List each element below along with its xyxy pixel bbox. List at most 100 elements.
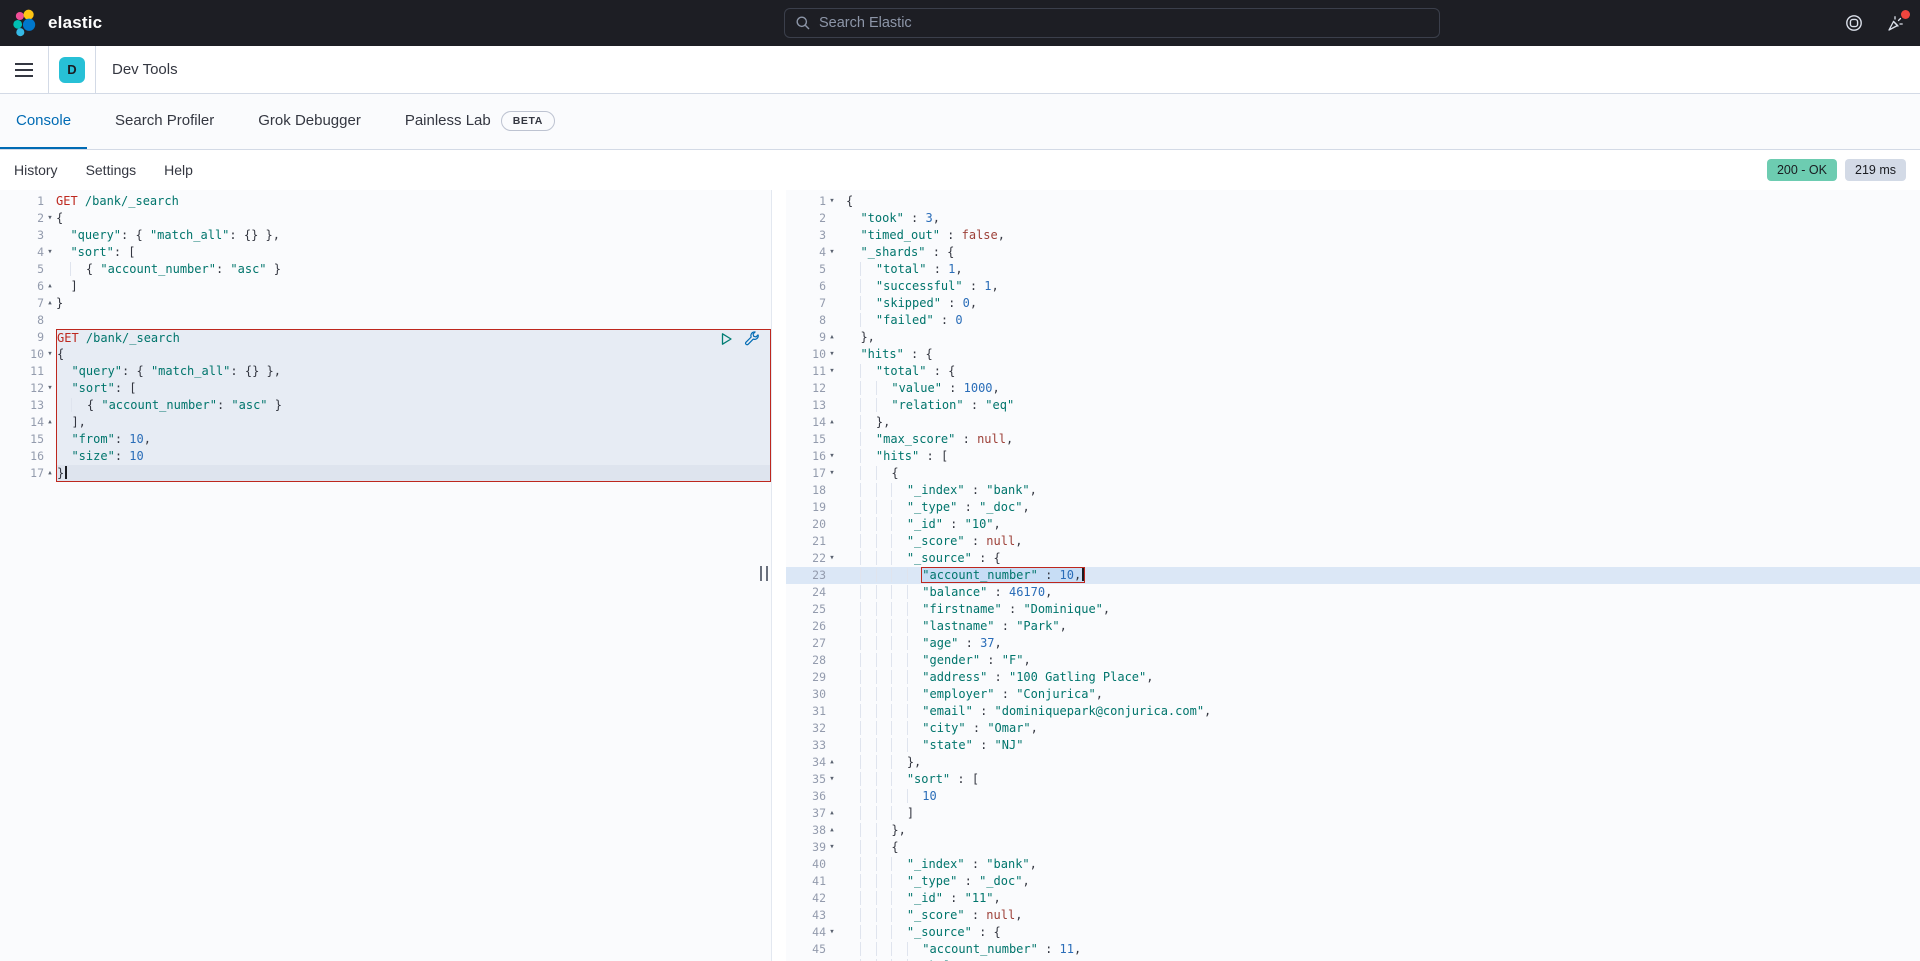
fold-toggle-icon[interactable]: ▾ [44, 346, 56, 363]
fold-toggle-icon[interactable]: ▾ [44, 244, 56, 261]
fold-toggle-icon[interactable]: ▾ [826, 193, 838, 210]
fold-toggle-icon[interactable]: ▴ [826, 329, 838, 346]
code-line[interactable]: 11 "query": { "match_all": {} }, [0, 363, 771, 380]
code-line[interactable]: 3 "timed_out" : false, [786, 227, 1920, 244]
history-link[interactable]: History [14, 162, 58, 178]
code-line[interactable]: 40 "_index" : "bank", [786, 856, 1920, 873]
fold-toggle-icon[interactable]: ▾ [826, 346, 838, 363]
code-line[interactable]: 19 "_type" : "_doc", [786, 499, 1920, 516]
fold-toggle-icon[interactable]: ▾ [826, 448, 838, 465]
code-line[interactable]: 25 "firstname" : "Dominique", [786, 601, 1920, 618]
fold-toggle-icon[interactable]: ▾ [826, 465, 838, 482]
help-button[interactable] [1844, 13, 1864, 33]
code-line[interactable]: 7▴} [0, 295, 771, 312]
code-line[interactable]: 9GET /bank/_search [0, 329, 771, 346]
code-line[interactable]: 22▾ "_source" : { [786, 550, 1920, 567]
search-input[interactable] [819, 15, 1429, 31]
code-line[interactable]: 10▾ "hits" : { [786, 346, 1920, 363]
code-line[interactable]: 45 "account_number" : 11, [786, 941, 1920, 958]
code-line[interactable]: 14▴ ], [0, 414, 771, 431]
pane-divider[interactable] [772, 190, 786, 961]
code-line[interactable]: 35▾ "sort" : [ [786, 771, 1920, 788]
code-line[interactable]: 16 "size": 10 [0, 448, 771, 465]
code-line[interactable]: 33 "state" : "NJ" [786, 737, 1920, 754]
settings-link[interactable]: Settings [86, 162, 137, 178]
code-line[interactable]: 10▾{ [0, 346, 771, 363]
code-line[interactable]: 5 { "account_number": "asc" } [0, 261, 771, 278]
code-line[interactable]: 4▾ "_shards" : { [786, 244, 1920, 261]
code-line[interactable]: 23 "account_number" : 10, [786, 567, 1920, 584]
fold-toggle-icon[interactable]: ▴ [44, 465, 56, 482]
code-line[interactable]: 6 "successful" : 1, [786, 278, 1920, 295]
code-line[interactable]: 13 { "account_number": "asc" } [0, 397, 771, 414]
fold-toggle-icon[interactable]: ▴ [44, 414, 56, 431]
tab-search-profiler[interactable]: Search Profiler [99, 94, 230, 149]
code-line[interactable]: 30 "employer" : "Conjurica", [786, 686, 1920, 703]
code-line[interactable]: 14▴ }, [786, 414, 1920, 431]
code-line[interactable]: 27 "age" : 37, [786, 635, 1920, 652]
code-line[interactable]: 4▾ "sort": [ [0, 244, 771, 261]
code-line[interactable]: 18 "_index" : "bank", [786, 482, 1920, 499]
code-line[interactable]: 28 "gender" : "F", [786, 652, 1920, 669]
code-line[interactable]: 43 "_score" : null, [786, 907, 1920, 924]
fold-toggle-icon[interactable]: ▴ [44, 295, 56, 312]
code-line[interactable]: 16▾ "hits" : [ [786, 448, 1920, 465]
code-line[interactable]: 15 "max_score" : null, [786, 431, 1920, 448]
code-line[interactable]: 21 "_score" : null, [786, 533, 1920, 550]
code-line[interactable]: 7 "skipped" : 0, [786, 295, 1920, 312]
fold-toggle-icon[interactable]: ▾ [826, 924, 838, 941]
code-line[interactable]: 29 "address" : "100 Gatling Place", [786, 669, 1920, 686]
space-switcher-button[interactable]: D [49, 46, 95, 93]
fold-toggle-icon[interactable]: ▴ [826, 754, 838, 771]
newsfeed-button[interactable] [1886, 13, 1906, 33]
fold-toggle-icon[interactable]: ▾ [44, 380, 56, 397]
fold-toggle-icon[interactable]: ▾ [44, 210, 56, 227]
fold-toggle-icon[interactable]: ▾ [826, 771, 838, 788]
code-line[interactable]: 44▾ "_source" : { [786, 924, 1920, 941]
code-line[interactable]: 24 "balance" : 46170, [786, 584, 1920, 601]
code-line[interactable]: 20 "_id" : "10", [786, 516, 1920, 533]
tab-painless-lab[interactable]: Painless Lab BETA [389, 94, 571, 149]
code-line[interactable]: 36 10 [786, 788, 1920, 805]
code-line[interactable]: 13 "relation" : "eq" [786, 397, 1920, 414]
fold-toggle-icon[interactable]: ▴ [826, 822, 838, 839]
code-line[interactable]: 31 "email" : "dominiquepark@conjurica.co… [786, 703, 1920, 720]
code-line[interactable]: 38▴ }, [786, 822, 1920, 839]
response-pane[interactable]: 1▾{2 "took" : 3,3 "timed_out" : false,4▾… [786, 190, 1920, 961]
code-line[interactable]: 12 "value" : 1000, [786, 380, 1920, 397]
code-line[interactable]: 11▾ "total" : { [786, 363, 1920, 380]
global-search[interactable] [784, 8, 1440, 38]
fold-toggle-icon[interactable]: ▴ [44, 278, 56, 295]
code-line[interactable]: 6▴ ] [0, 278, 771, 295]
code-line[interactable]: 39▾ { [786, 839, 1920, 856]
code-line[interactable]: 12▾ "sort": [ [0, 380, 771, 397]
code-line[interactable]: 15 "from": 10, [0, 431, 771, 448]
code-line[interactable]: 8 [0, 312, 771, 329]
send-request-button[interactable] [718, 331, 734, 347]
request-options-wrench-button[interactable] [744, 331, 760, 347]
code-line[interactable]: 37▴ ] [786, 805, 1920, 822]
code-line[interactable]: 42 "_id" : "11", [786, 890, 1920, 907]
code-line[interactable]: 1▾{ [786, 193, 1920, 210]
fold-toggle-icon[interactable]: ▴ [826, 414, 838, 431]
code-line[interactable]: 26 "lastname" : "Park", [786, 618, 1920, 635]
code-line[interactable]: 1GET /bank/_search [0, 193, 771, 210]
request-editor-pane[interactable]: 1GET /bank/_search2▾{3 "query": { "match… [0, 190, 772, 961]
fold-toggle-icon[interactable]: ▾ [826, 244, 838, 261]
code-line[interactable]: 34▴ }, [786, 754, 1920, 771]
fold-toggle-icon[interactable]: ▴ [826, 805, 838, 822]
resize-handle[interactable] [760, 566, 768, 581]
code-line[interactable]: 8 "failed" : 0 [786, 312, 1920, 329]
code-line[interactable]: 3 "query": { "match_all": {} }, [0, 227, 771, 244]
help-link[interactable]: Help [164, 162, 193, 178]
menu-button[interactable] [0, 46, 48, 93]
tab-grok-debugger[interactable]: Grok Debugger [242, 94, 377, 149]
code-line[interactable]: 2 "took" : 3, [786, 210, 1920, 227]
fold-toggle-icon[interactable]: ▾ [826, 839, 838, 856]
code-line[interactable]: 9▴ }, [786, 329, 1920, 346]
code-line[interactable]: 41 "_type" : "_doc", [786, 873, 1920, 890]
tab-console[interactable]: Console [0, 94, 87, 149]
code-line[interactable]: 32 "city" : "Omar", [786, 720, 1920, 737]
elastic-logo[interactable]: elastic [0, 9, 102, 37]
code-line[interactable]: 17▾ { [786, 465, 1920, 482]
